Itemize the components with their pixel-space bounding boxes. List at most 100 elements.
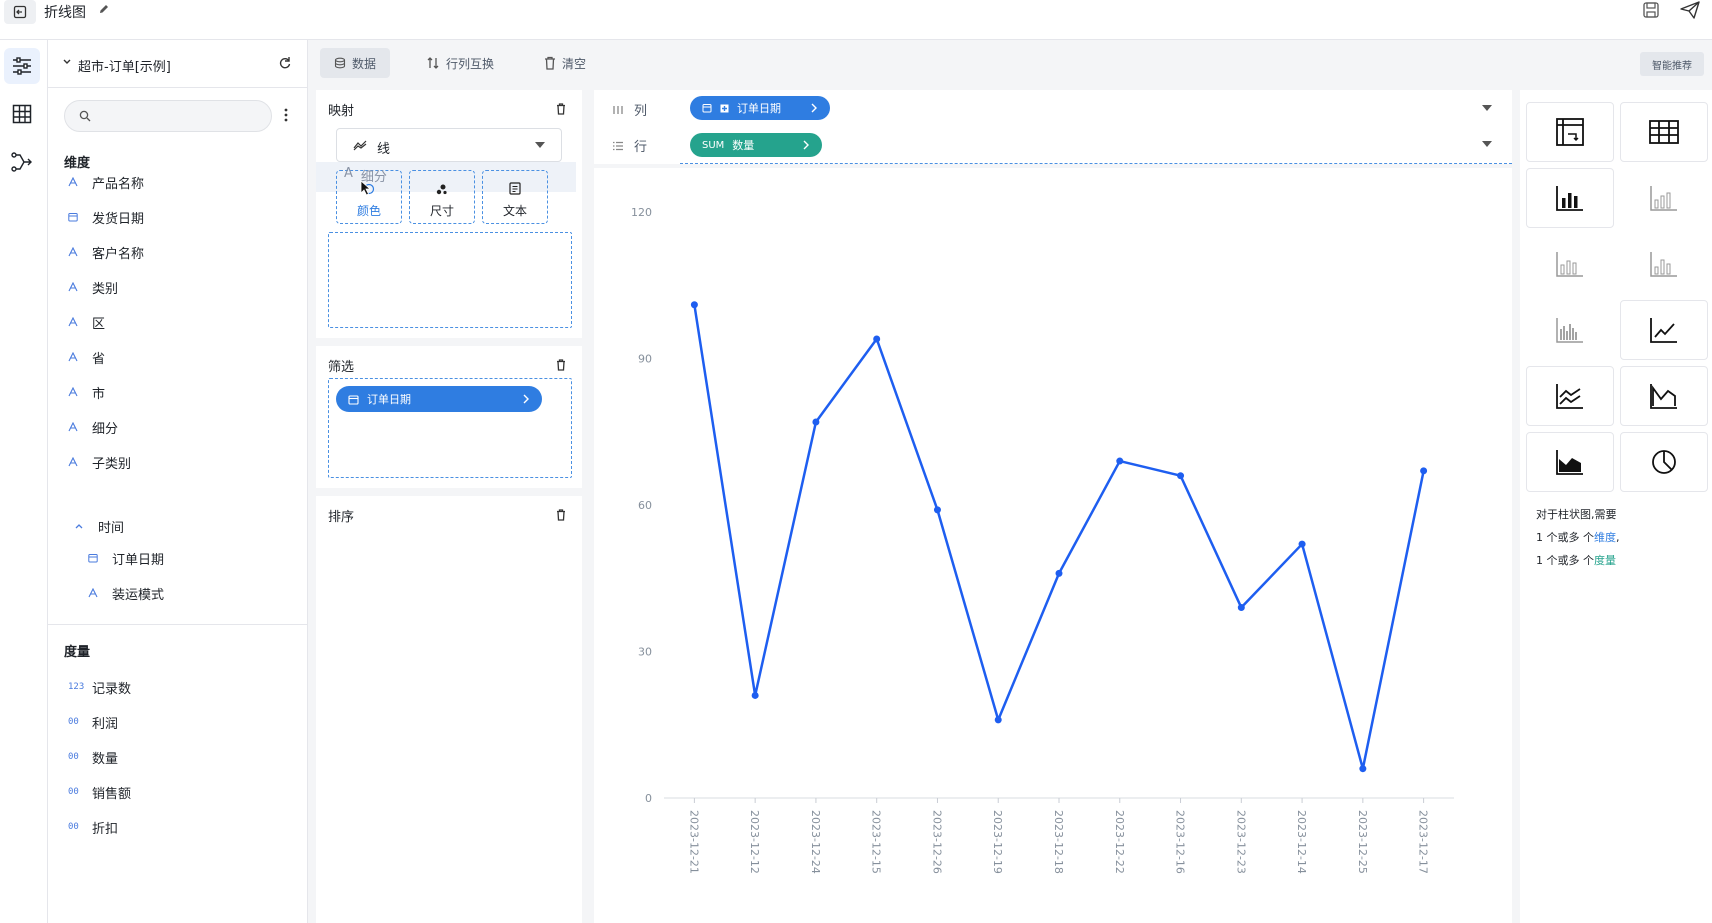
dimension-field[interactable]: 类别 [68,277,118,297]
dimension-field[interactable]: 子类别 [68,452,131,472]
percent-bar-chart-option[interactable] [1620,234,1708,294]
swap-rows-columns-button[interactable]: 行列互换 [412,48,508,78]
field-search-input[interactable] [64,100,272,132]
trash-icon[interactable] [556,103,566,115]
dimension-field[interactable]: 客户名称 [68,242,144,262]
pivot-table-chart-option[interactable] [1526,102,1614,162]
page-title: 折线图 [44,5,86,21]
trash-icon [545,56,555,70]
line-chart-option[interactable] [1620,300,1708,360]
bar-chart-option[interactable] [1526,168,1614,228]
chart-hint-line2: 1 个或多 个维度, [1536,529,1620,545]
dimension-field[interactable]: 市 [68,382,105,402]
table-grid-icon[interactable] [4,96,40,132]
send-icon[interactable] [1680,1,1700,23]
caret-down-icon[interactable] [1482,105,1492,111]
area-line-chart-option[interactable] [1620,366,1708,426]
refresh-icon[interactable] [278,56,292,70]
trash-icon[interactable] [556,359,566,371]
filter-pill[interactable]: 订单日期 [336,386,542,412]
mapping-dropzone[interactable] [328,232,572,328]
measure-field[interactable]: 123 记录数 [68,677,131,697]
time-group[interactable]: 时间 [74,516,124,536]
columns-shelf: 列 订单日期 [594,90,1512,128]
clear-button[interactable]: 清空 [530,48,600,78]
swap-button-label: 行列互换 [446,56,495,71]
time-child-field[interactable]: 订单日期 [88,548,164,568]
chart-hint-line1: 对于柱状图,需要 [1536,508,1617,521]
dimension-field[interactable]: 细分 [68,417,118,437]
dimension-field[interactable]: 产品名称 [68,172,144,192]
search-icon [79,110,91,122]
x-tick-label: 2023-12-25 [1356,810,1369,874]
settings-sliders-icon[interactable] [4,48,40,84]
panel-separator [316,338,582,346]
save-icon[interactable] [1642,1,1660,23]
size-channel[interactable]: 尺寸 [409,170,475,224]
measure-field[interactable]: 00 利润 [68,712,118,732]
hint-suffix: , [1616,531,1620,544]
dimension-field[interactable]: 发货日期 [68,207,144,227]
columns-pill[interactable]: 订单日期 [690,96,830,120]
x-tick-label: 2023-12-15 [870,810,883,874]
y-tick-label: 0 [645,792,652,805]
measure-field[interactable]: 00 折扣 [68,817,118,837]
section-divider [48,624,307,625]
measure-field[interactable]: 00 销售额 [68,782,131,802]
data-button-label: 数据 [352,56,377,71]
time-child-field[interactable]: 装运模式 [88,583,164,603]
dimension-field[interactable]: 省 [68,347,105,367]
mouse-cursor-icon [360,180,372,196]
text-type-icon [68,247,92,257]
smart-recommend-button[interactable]: 智能推荐 [1640,52,1704,76]
text-type-icon [68,457,92,467]
table-chart-option[interactable] [1620,102,1708,162]
dimension-field-label: 类别 [92,281,119,297]
histogram-chart-option[interactable] [1526,300,1614,360]
multi-line-chart-option[interactable] [1526,366,1614,426]
area-chart-option[interactable] [1526,432,1614,492]
y-tick-label: 90 [638,353,652,366]
clear-button-label: 清空 [562,56,587,71]
measure-badge: 00 [68,717,79,727]
text-type-icon: A [344,166,353,181]
x-tick-label: 2023-12-19 [991,810,1004,874]
multi-line-icon [1556,384,1583,409]
x-tick-label: 2023-12-16 [1174,810,1187,874]
exit-button[interactable] [4,0,36,24]
datasource-selector[interactable]: 超市-订单[示例] [48,40,307,88]
rows-icon [613,141,623,150]
x-tick-label: 2023-12-17 [1417,810,1430,874]
caret-down-icon[interactable] [1482,141,1492,147]
data-point [690,301,698,309]
x-tick-label: 2023-12-12 [748,810,761,874]
rows-pill[interactable]: SUM 数量 [690,133,822,157]
table-icon [1649,120,1679,144]
mark-type-select[interactable]: 线 [336,128,562,162]
stacked-bar-chart-option[interactable] [1526,234,1614,294]
trash-icon[interactable] [556,509,566,521]
data-point [751,691,759,699]
grouped-bar-chart-option[interactable] [1620,168,1708,228]
database-icon [334,57,346,69]
x-tick-label: 2023-12-22 [1113,810,1126,874]
text-channel[interactable]: 文本 [482,170,548,224]
measure-field[interactable]: 00 数量 [68,747,118,767]
text-doc-icon [509,182,521,198]
text-type-icon [88,588,112,598]
chevron-right-icon [803,140,809,150]
dimension-field-label: 市 [92,386,106,402]
pie-chart-option[interactable] [1620,432,1708,492]
data-button[interactable]: 数据 [320,48,391,78]
data-point [1177,472,1185,480]
panel-separator [316,488,582,496]
dimension-field[interactable]: 区 [68,312,105,332]
rows-label: 行 [634,140,648,155]
flow-branch-icon[interactable] [4,144,40,180]
stacked-bar-icon [1556,252,1583,277]
measure-field-label: 利润 [92,716,119,732]
pencil-icon[interactable] [98,3,110,19]
filter-title: 筛选 [328,360,355,375]
mark-type-value: 线 [377,142,391,157]
more-vertical-icon[interactable] [284,108,288,122]
